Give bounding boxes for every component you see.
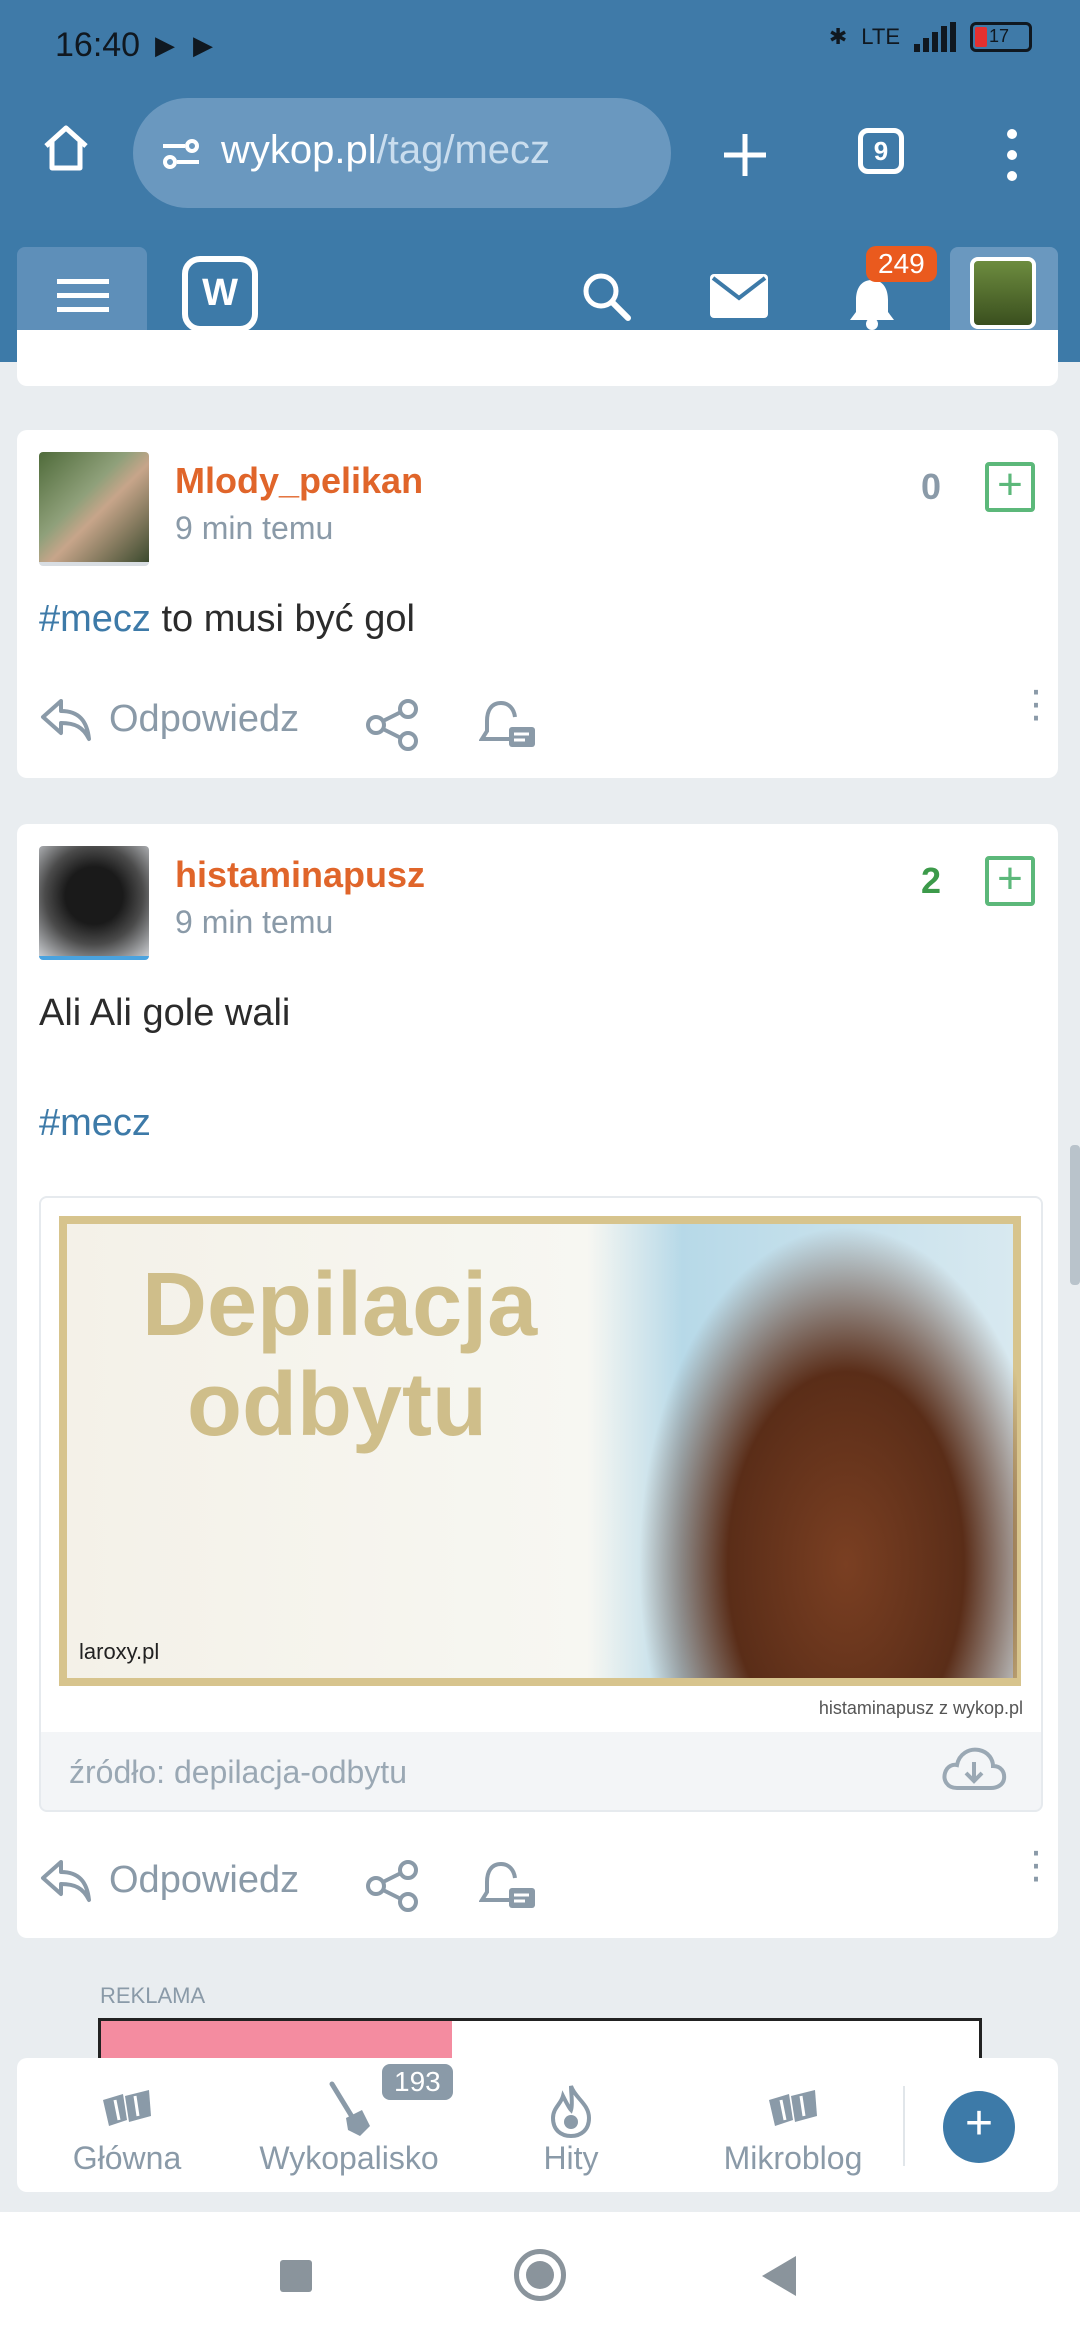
post-time[interactable]: 9 min temu [175, 904, 333, 941]
battery-level: 17 [989, 26, 1010, 46]
nav-divider [903, 2086, 905, 2166]
previous-post-card [17, 330, 1058, 386]
ad-label: REKLAMA [100, 1983, 206, 2008]
nav-home[interactable]: Główna [17, 2080, 237, 2177]
embed-image-area[interactable]: Depilacja odbytu laroxy.pl histaminapusz… [41, 1198, 1041, 1732]
embedded-image[interactable]: Depilacja odbytu laroxy.pl histaminapusz… [39, 1196, 1043, 1812]
reply-label: Odpowiedz [109, 1858, 300, 1901]
observe-bell-icon[interactable] [479, 699, 537, 755]
post-body: to musi być gol [150, 598, 415, 640]
share-icon[interactable] [364, 1860, 420, 1912]
clock: 16:40 [55, 26, 141, 64]
home-icon[interactable] [40, 122, 92, 174]
image-credit: histaminapusz z wykop.pl [818, 1698, 1023, 1718]
tab-switcher-button[interactable]: 9 [858, 128, 904, 174]
post-actions: Odpowiedz ⋮ [39, 686, 1055, 755]
notifications-icon[interactable] [848, 276, 896, 330]
system-navigation-bar [0, 2212, 1080, 2340]
add-post-button[interactable]: + [943, 2091, 1015, 2163]
image-caption-line2: odbytu [187, 1355, 487, 1455]
nav-mikroblog[interactable]: Mikroblog [683, 2080, 903, 2177]
url-text: wykop.pl/tag/mecz [221, 128, 550, 173]
status-bar: 16:40 ▶▶ ✱ LTE 17 [0, 0, 1080, 92]
vote-count: 2 [921, 860, 942, 901]
media-play-icons: ▶▶ [155, 30, 231, 60]
hamburger-icon [57, 279, 109, 312]
shovel-icon [329, 2081, 370, 2136]
embed-picture: Depilacja odbytu laroxy.pl [59, 1216, 1021, 1686]
reply-label: Odpowiedz [109, 697, 300, 740]
image-brand: laroxy.pl [79, 1639, 160, 1664]
menu-button[interactable] [17, 247, 147, 343]
nav-hity[interactable]: Hity [461, 2080, 681, 2177]
nav-label: Główna [72, 2140, 182, 2176]
image-source[interactable]: źródło: depilacja-odbytu [69, 1754, 407, 1791]
more-options-icon[interactable]: ⋮ [1017, 686, 1055, 724]
image-caption-line1: Depilacja [142, 1255, 538, 1355]
post-card: histaminapusz 9 min temu 2 + Ali Ali gol… [17, 824, 1058, 1938]
url-path: /tag/mecz [376, 128, 551, 172]
post-card: Mlody_pelikan 9 min temu 0 + #mecz to mu… [17, 430, 1058, 778]
upvote-button[interactable]: + [985, 856, 1035, 906]
ad-banner[interactable] [98, 2018, 982, 2061]
scrollbar[interactable] [1070, 1145, 1080, 1285]
bottom-navigation: Główna Wykopalisko 193 Hity Mikroblog + [17, 2058, 1058, 2192]
post-body: Ali Ali gole wali [39, 992, 291, 1034]
recents-button[interactable] [280, 2260, 312, 2292]
network-label: LTE [861, 24, 900, 49]
username[interactable]: Mlody_pelikan [175, 460, 423, 502]
signal-icon [914, 22, 956, 52]
wykopalisko-badge: 193 [382, 2064, 453, 2100]
nav-label: Wykopalisko [259, 2140, 439, 2176]
reply-icon [41, 1860, 91, 1902]
messages-icon[interactable] [710, 274, 768, 318]
home-button[interactable] [514, 2249, 566, 2301]
address-bar[interactable]: wykop.pl/tag/mecz [133, 98, 671, 208]
reply-icon [41, 699, 91, 741]
reply-button[interactable]: Odpowiedz [39, 695, 299, 743]
more-options-icon[interactable]: ⋮ [1017, 1847, 1055, 1885]
post-text: #mecz to musi być gol [39, 598, 415, 641]
vote-count: 0 [921, 466, 942, 507]
mikroblog-icon [769, 2090, 817, 2126]
avatar [970, 257, 1036, 329]
download-cloud-icon[interactable] [941, 1746, 1007, 1792]
browser-menu-icon[interactable] [1002, 126, 1022, 184]
tag-link[interactable]: #mecz [39, 598, 151, 640]
bluetooth-icon: ✱ [828, 24, 848, 49]
post-actions: Odpowiedz ⋮ [39, 1847, 1055, 1916]
username[interactable]: histaminapusz [175, 854, 425, 896]
user-avatar-button[interactable] [950, 247, 1058, 343]
avatar[interactable] [39, 846, 149, 960]
photo-figure [637, 1224, 1017, 1678]
tag-link[interactable]: #mecz [39, 1102, 151, 1145]
wykop-home-icon [103, 2090, 151, 2126]
battery-icon: 17 [970, 22, 1032, 52]
avatar[interactable] [39, 452, 149, 566]
url-host: wykop.pl [221, 128, 377, 172]
status-icons: ✱ LTE 17 [829, 22, 1032, 52]
search-icon[interactable] [580, 270, 632, 322]
new-tab-icon[interactable] [720, 130, 770, 180]
notification-badge: 249 [866, 246, 937, 282]
browser-toolbar: wykop.pl/tag/mecz 9 [0, 92, 1080, 230]
flame-icon [550, 2085, 592, 2138]
upvote-button[interactable]: + [985, 462, 1035, 512]
observe-bell-icon[interactable] [479, 1860, 537, 1916]
share-icon[interactable] [364, 699, 420, 751]
back-button[interactable] [762, 2256, 796, 2296]
reply-button[interactable]: Odpowiedz [39, 1856, 299, 1904]
post-time[interactable]: 9 min temu [175, 510, 333, 547]
nav-label: Hity [543, 2140, 599, 2176]
wykop-logo[interactable]: W [182, 256, 258, 332]
site-settings-icon[interactable] [161, 134, 201, 174]
nav-label: Mikroblog [723, 2140, 863, 2176]
